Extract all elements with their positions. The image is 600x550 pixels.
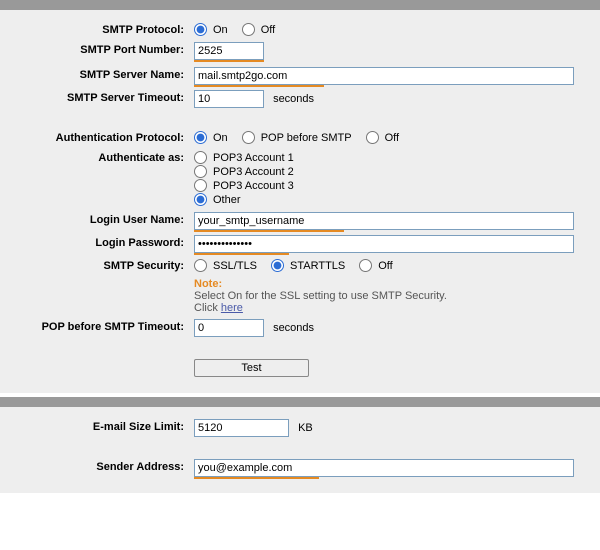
label-smtp-server: SMTP Server Name: [0,66,190,81]
unit-kb: KB [298,422,313,434]
radio-pop3-1[interactable] [194,151,207,164]
radio-label-starttls: STARTTLS [290,260,345,272]
input-smtp-timeout[interactable] [194,90,264,108]
top-bar [0,0,600,10]
radio-pop3-3[interactable] [194,179,207,192]
input-login-pass[interactable] [194,235,574,253]
input-email-size[interactable] [194,419,289,437]
note-click: Click [194,302,221,314]
label-email-size: E-mail Size Limit: [0,418,190,433]
radio-smtp-protocol-off[interactable] [242,23,255,36]
smtp-settings-section: SMTP Protocol: On Off SMTP Port Number: … [0,10,600,393]
highlight-underline [194,230,344,232]
unit-seconds: seconds [273,93,314,105]
highlight-underline [194,253,289,255]
label-auth-protocol: Authentication Protocol: [0,129,190,144]
label-login-user: Login User Name: [0,211,190,226]
radio-label-auth-pop: POP before SMTP [261,132,352,144]
label-smtp-protocol: SMTP Protocol: [0,21,190,36]
label-sender-addr: Sender Address: [0,458,190,473]
label-login-pass: Login Password: [0,234,190,249]
radio-label-ssl: SSL/TLS [213,260,257,272]
radio-sec-off[interactable] [359,259,372,272]
note-text: Select On for the SSL setting to use SMT… [194,290,590,302]
label-smtp-timeout: SMTP Server Timeout: [0,89,190,104]
radio-label-pop3-3: POP3 Account 3 [213,180,294,192]
label-pop-timeout: POP before SMTP Timeout: [0,318,190,333]
input-login-user[interactable] [194,212,574,230]
radio-label-pop3-1: POP3 Account 1 [213,152,294,164]
radio-label-other: Other [213,194,241,206]
radio-label-off: Off [261,24,275,36]
radio-auth-off[interactable] [366,131,379,144]
test-button[interactable]: Test [194,359,309,377]
input-smtp-server[interactable] [194,67,574,85]
radio-other[interactable] [194,193,207,206]
input-sender-addr[interactable] [194,459,574,477]
highlight-underline [194,85,324,87]
label-auth-as: Authenticate as: [0,149,190,164]
radio-label-on: On [213,24,228,36]
radio-starttls[interactable] [271,259,284,272]
radio-pop3-2[interactable] [194,165,207,178]
section-divider [0,397,600,407]
input-pop-timeout[interactable] [194,319,264,337]
input-smtp-port[interactable] [194,42,264,60]
radio-label-pop3-2: POP3 Account 2 [213,166,294,178]
highlight-underline [194,477,319,479]
label-smtp-port: SMTP Port Number: [0,41,190,56]
radio-label-auth-on: On [213,132,228,144]
radio-label-sec-off: Off [378,260,392,272]
radio-smtp-protocol-on[interactable] [194,23,207,36]
note-link-here[interactable]: here [221,302,243,314]
radio-auth-on[interactable] [194,131,207,144]
label-smtp-security: SMTP Security: [0,257,190,272]
radio-auth-pop[interactable] [242,131,255,144]
email-settings-section: E-mail Size Limit: KB Sender Address: [0,407,600,493]
note-label: Note: [194,278,590,290]
radio-ssl[interactable] [194,259,207,272]
unit-seconds-2: seconds [273,322,314,334]
radio-label-auth-off: Off [385,132,399,144]
